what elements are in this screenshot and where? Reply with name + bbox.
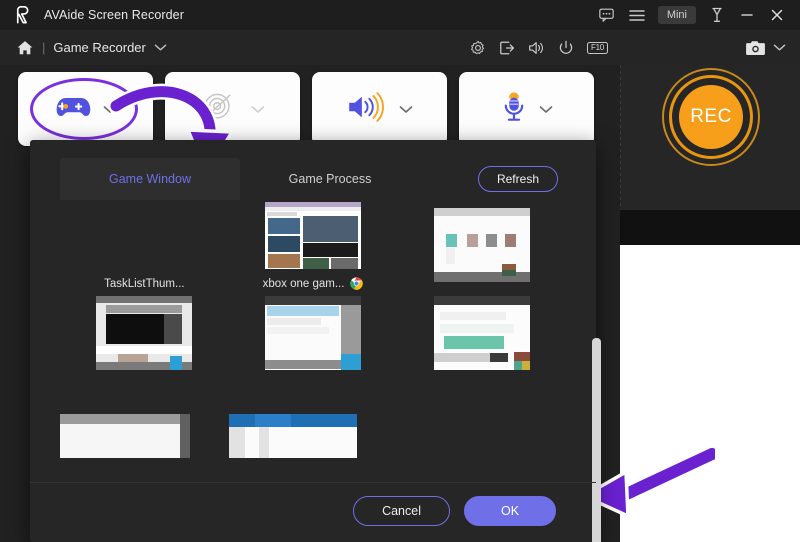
window-item[interactable]	[60, 378, 229, 466]
window-item[interactable]	[228, 378, 398, 466]
window-thumbnail	[228, 414, 357, 458]
footer-buttons: Cancel OK	[353, 496, 556, 526]
camera-icon[interactable]	[745, 40, 766, 56]
window-item-title: xbox one gam...	[262, 277, 345, 290]
app-title: AVAide Screen Recorder	[44, 8, 184, 22]
record-button[interactable]: REC	[662, 68, 760, 166]
speaker-waves-icon	[347, 91, 387, 127]
window-thumbnail	[433, 296, 530, 370]
window-controls: Mini	[592, 0, 800, 30]
window-item[interactable]: xbox one gam...	[229, 202, 398, 290]
minimize-icon[interactable]	[732, 0, 762, 30]
footer-divider	[30, 482, 596, 483]
chevron-down-icon[interactable]	[103, 105, 117, 114]
cancel-button[interactable]: Cancel	[353, 496, 450, 526]
window-item[interactable]	[229, 290, 398, 378]
gamepad-plus-icon	[55, 94, 91, 125]
background-right-panel	[592, 245, 800, 542]
chevron-down-icon[interactable]	[154, 43, 167, 52]
chevron-down-icon[interactable]	[539, 105, 553, 114]
game-source-card[interactable]	[18, 72, 153, 146]
record-label[interactable]: REC	[679, 85, 743, 149]
window-thumbnail	[264, 202, 361, 269]
window-thumbnail-grid: TaskListThum... xbox one gam...	[60, 202, 566, 467]
chevron-down-icon[interactable]	[399, 105, 413, 114]
camera-chevron-down-icon[interactable]	[773, 43, 786, 52]
record-pane-divider	[620, 65, 621, 210]
window-item[interactable]	[397, 290, 566, 378]
source-cards-row	[18, 72, 594, 146]
hotkey-badge[interactable]: F10	[587, 41, 608, 54]
home-icon[interactable]	[16, 39, 34, 57]
chrome-icon	[350, 277, 364, 290]
background-right-dark-strip	[592, 207, 800, 247]
mini-mode-button[interactable]: Mini	[657, 6, 696, 24]
microphone-icon	[501, 91, 527, 128]
window-thumbnail	[264, 296, 361, 370]
refresh-button[interactable]: Refresh	[477, 166, 558, 192]
window-thumbnail	[96, 296, 193, 370]
system-sound-card[interactable]	[312, 72, 447, 146]
window-item[interactable]: TaskListThum...	[60, 202, 229, 290]
panel-tab-bar: Game Window Game Process Refresh	[30, 158, 596, 200]
webcam-target-icon	[201, 92, 239, 127]
snapshot-group	[745, 40, 786, 56]
title-bar: AVAide Screen Recorder Mini	[0, 0, 800, 30]
feedback-bubble-icon[interactable]	[592, 0, 622, 30]
close-icon[interactable]	[762, 0, 792, 30]
microphone-card[interactable]	[459, 72, 594, 146]
window-thumbnail	[433, 208, 530, 282]
hamburger-menu-icon[interactable]	[622, 0, 652, 30]
window-item-label: xbox one gam...	[263, 277, 364, 290]
speaker-icon[interactable]	[528, 40, 545, 56]
power-icon[interactable]	[558, 40, 574, 56]
toolbar-icon-group: F10	[470, 40, 608, 56]
pin-icon[interactable]	[702, 0, 732, 30]
tab-game-process[interactable]: Game Process	[240, 158, 420, 200]
app-window: AVAide Screen Recorder Mini | Game Recor…	[0, 0, 800, 542]
panel-footer: Cancel OK	[30, 482, 596, 542]
tab-game-window[interactable]: Game Window	[60, 158, 240, 200]
webcam-source-card[interactable]	[165, 72, 300, 146]
breadcrumb-separator: |	[42, 40, 46, 55]
game-window-picker-panel: Game Window Game Process Refresh TaskLis…	[30, 140, 601, 542]
window-thumbnail	[60, 414, 190, 458]
window-item-label: TaskListThum...	[104, 278, 185, 290]
chevron-down-icon[interactable]	[251, 105, 265, 114]
window-item[interactable]	[60, 290, 229, 378]
window-item[interactable]	[397, 378, 566, 466]
export-icon[interactable]	[499, 40, 515, 56]
window-item[interactable]	[397, 202, 566, 290]
settings-gear-icon[interactable]	[470, 40, 486, 56]
breadcrumb: Game Recorder	[53, 40, 146, 55]
ok-button[interactable]: OK	[464, 496, 556, 526]
avaide-logo-icon	[12, 5, 32, 25]
breadcrumb-toolbar: | Game Recorder F10	[0, 30, 800, 65]
